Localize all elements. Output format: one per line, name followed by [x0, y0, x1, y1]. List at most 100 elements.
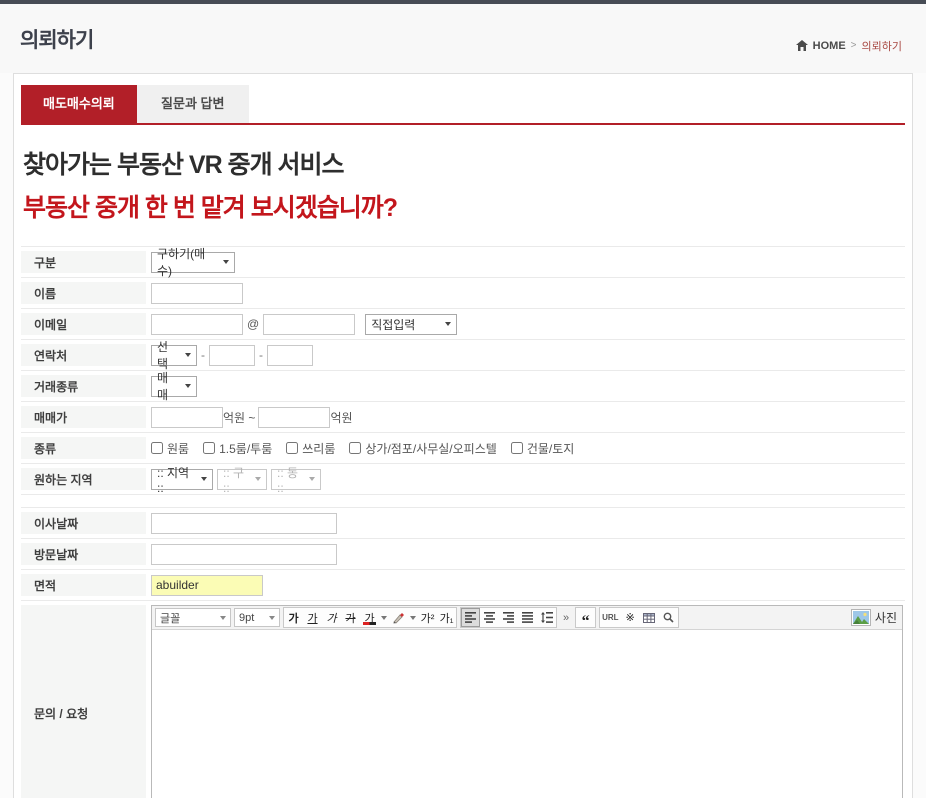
category-select[interactable]: 구하기(매수) — [151, 252, 235, 273]
align-justify-icon — [522, 612, 533, 623]
email-local-input[interactable] — [151, 314, 243, 335]
italic-button[interactable]: 가 — [322, 608, 341, 627]
row-category: 구분 구하기(매수) — [21, 246, 905, 277]
row-price: 매매가 억원 ~ 억원 — [21, 401, 905, 432]
quote-button-group: “ — [575, 607, 596, 628]
area-input[interactable] — [151, 575, 263, 596]
name-input[interactable] — [151, 283, 243, 304]
deal-type-select[interactable]: 매매 — [151, 376, 197, 397]
table-icon — [643, 613, 655, 623]
font-family-select[interactable]: 글꼴 — [155, 608, 231, 627]
strikethrough-button[interactable]: 가 — [341, 608, 360, 627]
search-icon — [663, 612, 674, 623]
highlight-dropdown-arrow[interactable] — [410, 616, 416, 620]
line-height-icon — [541, 612, 553, 623]
phone-dash-2: - — [259, 348, 263, 362]
visit-date-input[interactable] — [151, 544, 337, 565]
font-size-select[interactable]: 9pt — [234, 608, 280, 627]
breadcrumb: HOME > 의뢰하기 — [796, 38, 902, 54]
underline-button[interactable]: 가 — [303, 608, 322, 627]
phone-dash-1: - — [201, 348, 205, 362]
price-max-input[interactable] — [258, 407, 330, 428]
rich-text-editor: 글꼴 9pt 가 가 가 가 가 — [151, 605, 903, 798]
region-gu-select[interactable]: :: 구 :: — [217, 469, 267, 490]
intro-line1: 찾아가는 부동산 VR 중개 서비스 — [23, 145, 905, 181]
photo-button[interactable]: 사진 — [851, 609, 897, 626]
email-provider-select[interactable]: 직접입력 — [365, 314, 457, 335]
kind-checkbox-building-land[interactable] — [511, 442, 523, 454]
align-center-button[interactable] — [480, 608, 499, 627]
row-inquiry: 문의 / 요청 글꼴 9pt 가 가 가 가 가 — [21, 600, 905, 798]
tab-bar: 매도매수의뢰 질문과 답변 — [21, 85, 905, 123]
row-area: 면적 — [21, 569, 905, 600]
row-name: 이름 — [21, 277, 905, 308]
email-domain-input[interactable] — [263, 314, 355, 335]
price-unit-mid: 억원 ~ — [223, 409, 255, 426]
kind-option-oneroom: 원룸 — [151, 440, 189, 457]
table-button[interactable] — [640, 608, 659, 627]
request-form-upper: 구분 구하기(매수) 이름 이메일 @ 직접입력 연락처 선택 - — [21, 246, 905, 495]
photo-icon — [851, 609, 871, 626]
highlight-button[interactable] — [389, 608, 408, 627]
kind-checkbox-tworoom[interactable] — [203, 442, 215, 454]
toolbar-more-button[interactable]: » — [560, 612, 572, 624]
format-button-group: 가 가 가 가 가 가² 가₁ — [283, 607, 457, 628]
inquiry-label: 문의 / 요청 — [21, 605, 146, 798]
tab-sell-buy-request[interactable]: 매도매수의뢰 — [21, 85, 137, 123]
superscript-button[interactable]: 가² — [418, 608, 437, 627]
font-color-button[interactable]: 가 — [360, 608, 379, 627]
subscript-button[interactable]: 가₁ — [437, 608, 456, 627]
region-dong-select[interactable]: :: 동 :: — [271, 469, 321, 490]
kind-checkbox-oneroom[interactable] — [151, 442, 163, 454]
kind-label: 종류 — [21, 437, 146, 459]
kind-option-tworoom: 1.5룸/투룸 — [203, 440, 272, 457]
row-phone: 연락처 선택 - - — [21, 339, 905, 370]
region-sido-select[interactable]: :: 지역 :: — [151, 469, 213, 490]
quote-button[interactable]: “ — [576, 608, 595, 627]
search-button[interactable] — [659, 608, 678, 627]
chevron-down-icon — [445, 322, 451, 326]
phone-prefix-select[interactable]: 선택 — [151, 345, 197, 366]
align-right-button[interactable] — [499, 608, 518, 627]
row-deal-type: 거래종류 매매 — [21, 370, 905, 401]
align-button-group — [460, 607, 557, 628]
special-char-button[interactable]: ※ — [621, 608, 640, 627]
row-visit-date: 방문날짜 — [21, 538, 905, 569]
breadcrumb-current: 의뢰하기 — [862, 38, 902, 54]
tab-underline — [21, 123, 905, 125]
phone-last-input[interactable] — [267, 345, 313, 366]
email-label: 이메일 — [21, 313, 146, 335]
align-justify-button[interactable] — [518, 608, 537, 627]
kind-option-commercial: 상가/점포/사무실/오피스텔 — [349, 440, 496, 457]
row-move-date: 이사날짜 — [21, 507, 905, 538]
home-icon — [796, 40, 808, 51]
breadcrumb-home-link[interactable]: HOME — [813, 40, 846, 52]
editor-toolbar: 글꼴 9pt 가 가 가 가 가 — [152, 606, 902, 630]
region-label: 원하는 지역 — [21, 468, 146, 490]
price-min-input[interactable] — [151, 407, 223, 428]
align-left-icon — [465, 612, 476, 623]
move-date-input[interactable] — [151, 513, 337, 534]
price-label: 매매가 — [21, 406, 146, 428]
tab-qna[interactable]: 질문과 답변 — [137, 85, 249, 123]
editor-content-area[interactable] — [152, 630, 902, 798]
line-height-button[interactable] — [537, 608, 556, 627]
align-left-button[interactable] — [461, 608, 480, 627]
chevron-down-icon — [223, 260, 229, 264]
font-color-dropdown-arrow[interactable] — [381, 616, 387, 620]
breadcrumb-separator: > — [851, 40, 857, 51]
kind-option-building-land: 건물/토지 — [511, 440, 575, 457]
url-button[interactable]: URL — [600, 608, 620, 627]
insert-button-group: URL ※ — [599, 607, 678, 628]
category-label: 구분 — [21, 251, 146, 273]
kind-checkbox-threeroom[interactable] — [286, 442, 298, 454]
phone-middle-input[interactable] — [209, 345, 255, 366]
email-at-sign: @ — [247, 317, 259, 331]
bold-button[interactable]: 가 — [284, 608, 303, 627]
request-form-lower: 이사날짜 방문날짜 면적 문의 / 요청 글꼴 9pt — [21, 507, 905, 798]
align-center-icon — [484, 612, 495, 623]
row-email: 이메일 @ 직접입력 — [21, 308, 905, 339]
intro-line2: 부동산 중개 한 번 맡겨 보시겠습니까? — [23, 188, 905, 224]
chevron-down-icon — [185, 384, 191, 388]
kind-checkbox-commercial[interactable] — [349, 442, 361, 454]
